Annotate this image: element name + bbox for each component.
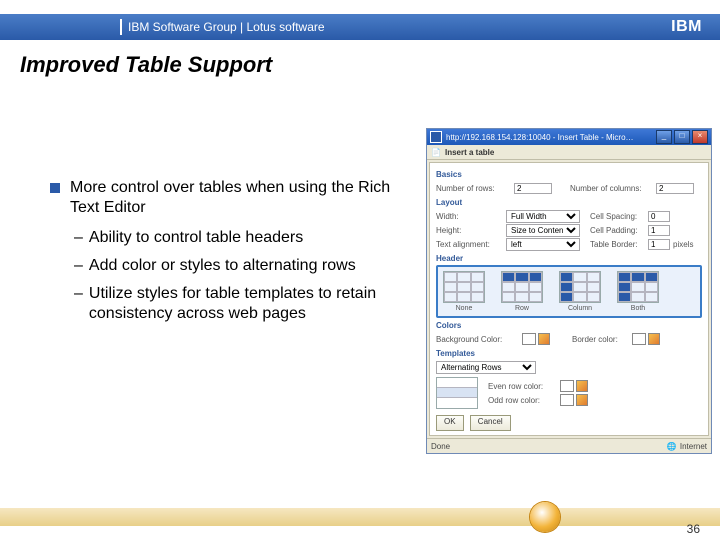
even-row-swatch	[560, 380, 574, 392]
bullet-marker	[50, 183, 60, 193]
page-icon: 📄	[431, 148, 441, 157]
globe-icon: 🌐	[667, 442, 677, 451]
section-colors: Colors	[436, 321, 702, 330]
bullet-list: More control over tables when using the …	[50, 178, 410, 332]
even-row-picker-icon[interactable]	[576, 380, 588, 392]
section-layout: Layout	[436, 198, 702, 207]
header-title: IBM Software Group | Lotus software	[128, 20, 671, 34]
border-unit: pixels	[673, 240, 693, 249]
bullet-text: More control over tables when using the …	[70, 178, 410, 218]
bullet-text: Ability to control table headers	[89, 228, 303, 248]
header-options: None Row Column Both	[436, 265, 702, 318]
padding-label: Cell Padding:	[590, 226, 648, 235]
bullet-level2: – Utilize styles for table templates to …	[74, 284, 410, 324]
dash-marker: –	[74, 284, 83, 324]
header-option-column[interactable]: Column	[556, 271, 604, 312]
ie-icon	[430, 131, 442, 143]
cols-input[interactable]	[656, 183, 694, 194]
spacing-label: Cell Spacing:	[590, 212, 648, 221]
template-preview	[436, 377, 478, 409]
header-option-none[interactable]: None	[440, 271, 488, 312]
section-header: Header	[436, 254, 702, 263]
section-basics: Basics	[436, 170, 702, 179]
border-label: Table Border:	[590, 240, 648, 249]
odd-row-swatch	[560, 394, 574, 406]
odd-row-picker-icon[interactable]	[576, 394, 588, 406]
bgcolor-swatch	[522, 333, 536, 345]
dialog-titlebar[interactable]: http://192.168.154.128:10040 - Insert Ta…	[427, 129, 711, 145]
bgcolor-picker-icon[interactable]	[538, 333, 550, 345]
width-select[interactable]: Full Width	[506, 210, 580, 223]
border-input[interactable]	[648, 239, 670, 250]
insert-table-dialog: http://192.168.154.128:10040 - Insert Ta…	[426, 128, 712, 454]
spacing-input[interactable]	[648, 211, 670, 222]
bullet-text: Add color or styles to alternating rows	[89, 256, 356, 276]
ibm-logo: IBM	[671, 18, 702, 36]
bullet-level2: – Ability to control table headers	[74, 228, 410, 248]
bgcolor-label: Background Color:	[436, 335, 522, 344]
close-button[interactable]: ×	[692, 130, 708, 144]
bordercolor-picker-icon[interactable]	[648, 333, 660, 345]
header-option-row[interactable]: Row	[498, 271, 546, 312]
minimize-button[interactable]: _	[656, 130, 672, 144]
dialog-url: http://192.168.154.128:10040 - Insert Ta…	[446, 133, 634, 142]
section-templates: Templates	[436, 349, 702, 358]
bordercolor-label: Border color:	[572, 335, 632, 344]
height-label: Height:	[436, 226, 506, 235]
status-zone: Internet	[680, 442, 707, 451]
ok-button[interactable]: OK	[436, 415, 464, 431]
dialog-body: Basics Number of rows: Number of columns…	[429, 162, 709, 436]
bordercolor-swatch	[632, 333, 646, 345]
dash-marker: –	[74, 228, 83, 248]
dialog-title: Insert a table	[445, 148, 494, 157]
cancel-button[interactable]: Cancel	[470, 415, 511, 431]
footer-globe-icon	[530, 502, 560, 532]
slide-footer	[0, 508, 720, 526]
even-row-label: Even row color:	[488, 382, 560, 391]
padding-input[interactable]	[648, 225, 670, 236]
bullet-level2: – Add color or styles to alternating row…	[74, 256, 410, 276]
align-label: Text alignment:	[436, 240, 506, 249]
dialog-chrome: 📄 Insert a table	[427, 145, 711, 160]
bullet-text: Utilize styles for table templates to re…	[89, 284, 410, 324]
status-bar: Done 🌐 Internet	[427, 438, 711, 453]
rows-label: Number of rows:	[436, 184, 514, 193]
maximize-button[interactable]: □	[674, 130, 690, 144]
header-option-both[interactable]: Both	[614, 271, 662, 312]
status-done: Done	[431, 442, 450, 451]
bullet-level1: More control over tables when using the …	[50, 178, 410, 218]
height-select[interactable]: Size to Content	[506, 224, 580, 237]
template-select[interactable]: Alternating Rows	[436, 361, 536, 374]
odd-row-label: Odd row color:	[488, 396, 560, 405]
dash-marker: –	[74, 256, 83, 276]
width-label: Width:	[436, 212, 506, 221]
rows-input[interactable]	[514, 183, 552, 194]
slide-header: IBM Software Group | Lotus software IBM	[0, 14, 720, 40]
header-divider	[120, 19, 122, 35]
align-select[interactable]: left	[506, 238, 580, 251]
page-number: 36	[687, 522, 700, 536]
cols-label: Number of columns:	[570, 184, 656, 193]
page-title: Improved Table Support	[20, 52, 272, 78]
